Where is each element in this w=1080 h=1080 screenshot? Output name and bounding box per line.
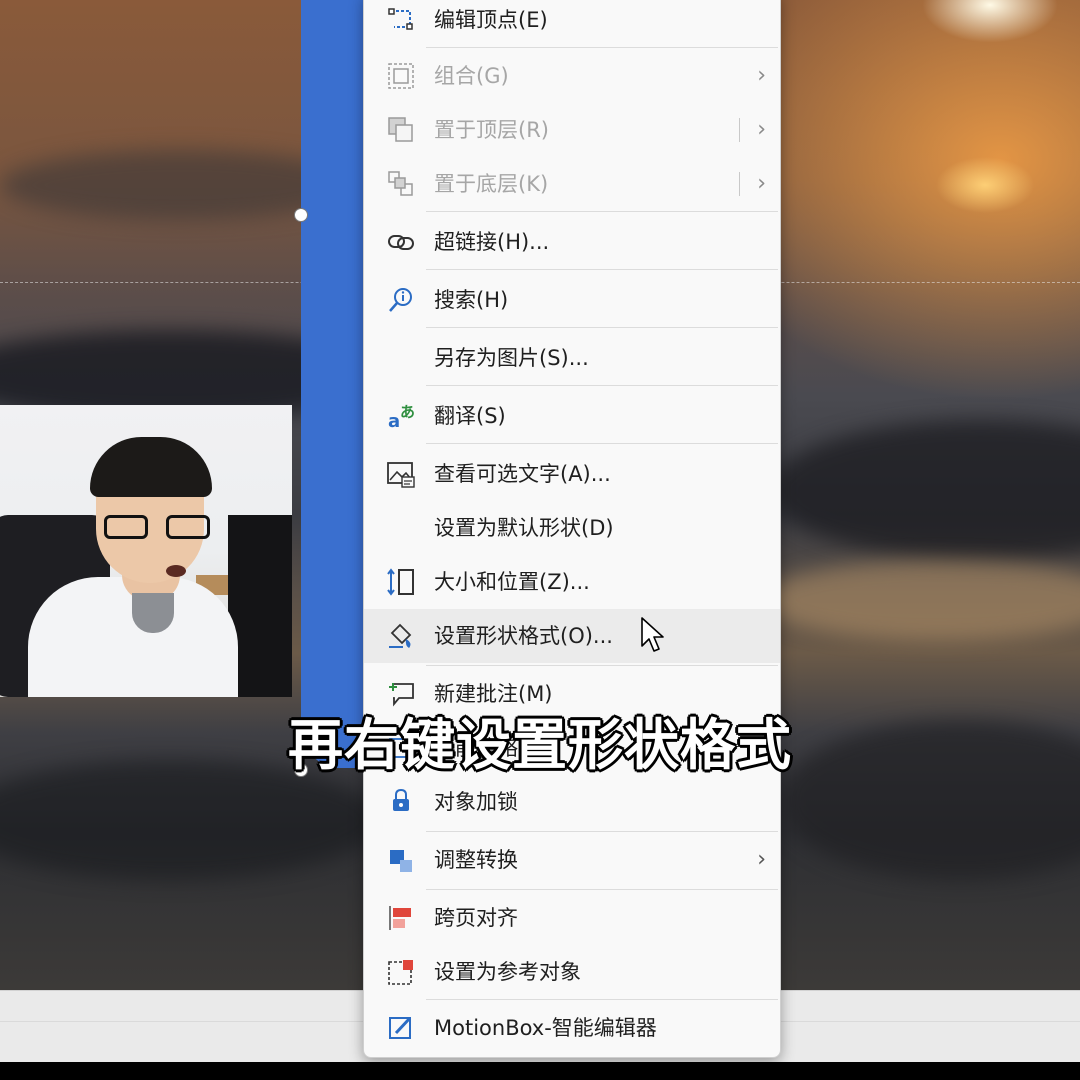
menu-item-size-position[interactable]: 大小和位置(Z)... xyxy=(364,555,780,609)
menu-item-label: 另存为图片(S)... xyxy=(434,346,589,370)
size-position-icon xyxy=(387,568,414,596)
bring-to-front-icon xyxy=(388,117,413,142)
presenter-collar xyxy=(132,593,174,633)
menu-item-lock-object[interactable]: 对象加锁 xyxy=(364,775,780,829)
menu-item-adjust-convert[interactable]: 调整转换 › xyxy=(364,833,780,887)
menu-item-label: 置于顶层(R) xyxy=(434,118,549,142)
menu-item-set-reference[interactable]: 设置为参考对象 xyxy=(364,945,780,999)
context-menu: 编辑顶点(E) 组合(G) › 置于顶层(R) › 置于底层(K) › 超链接(… xyxy=(363,0,781,1058)
menu-item-translate[interactable]: a あ 翻译(S) xyxy=(364,389,780,443)
menu-item-label: 翻译(S) xyxy=(434,404,506,428)
link-icon xyxy=(388,235,414,250)
submenu-chevron-icon: › xyxy=(757,63,766,88)
menu-item-label: 搜索(H) xyxy=(434,288,509,312)
translate-icon: a あ xyxy=(388,403,415,431)
split-divider xyxy=(739,172,740,196)
menu-item-label: 置于底层(K) xyxy=(434,172,549,196)
background-wave xyxy=(760,560,1080,640)
search-icon xyxy=(389,288,412,312)
menu-item-hyperlink[interactable]: 超链接(H)... xyxy=(364,215,780,269)
menu-item-send-to-back[interactable]: 置于底层(K) › xyxy=(364,157,780,211)
menu-item-motionbox[interactable]: MotionBox-智能编辑器 xyxy=(364,1001,780,1055)
menu-item-label: MotionBox-智能编辑器 xyxy=(434,1016,657,1040)
presenter-mouth xyxy=(166,565,186,577)
bottom-edge xyxy=(0,1062,1080,1080)
menu-item-label: 组合(G) xyxy=(434,64,509,88)
menu-item-label: 超链接(H)... xyxy=(434,230,550,254)
webcam-overlay xyxy=(0,405,292,697)
menu-item-label: 设置为参考对象 xyxy=(434,960,581,984)
reference-object-icon xyxy=(388,960,413,985)
convert-icon xyxy=(390,850,412,872)
menu-item-label: 调整转换 xyxy=(434,848,518,872)
alt-text-icon xyxy=(387,462,415,488)
menu-item-label: 设置为默认形状(D) xyxy=(434,516,614,540)
background-wave xyxy=(770,420,1080,560)
menu-item-search[interactable]: 搜索(H) xyxy=(364,273,780,327)
menu-item-save-as-picture[interactable]: 另存为图片(S)... xyxy=(364,331,780,385)
cross-page-align-icon xyxy=(389,906,411,930)
submenu-chevron-icon[interactable]: › xyxy=(757,157,766,211)
svg-text:a: a xyxy=(388,411,400,431)
send-to-back-icon xyxy=(388,171,413,196)
menu-item-alt-text[interactable]: 查看可选文字(A)... xyxy=(364,447,780,501)
resize-handle[interactable] xyxy=(294,208,308,222)
submenu-chevron-icon: › xyxy=(757,847,766,872)
menu-item-bring-to-front[interactable]: 置于顶层(R) › xyxy=(364,103,780,157)
menu-item-edit-points[interactable]: 编辑顶点(E) xyxy=(364,0,780,47)
submenu-chevron-icon[interactable]: › xyxy=(757,103,766,157)
mouse-cursor-icon xyxy=(641,617,664,652)
menu-item-format-shape[interactable]: 设置形状格式(O)... xyxy=(364,609,780,663)
menu-item-label: 对象加锁 xyxy=(434,790,518,814)
menu-item-group[interactable]: 组合(G) › xyxy=(364,49,780,103)
motionbox-icon xyxy=(389,1016,412,1039)
menu-item-set-default-shape[interactable]: 设置为默认形状(D) xyxy=(364,501,780,555)
video-subtitle: 再右键设置形状格式 xyxy=(287,713,792,777)
split-divider xyxy=(739,118,740,142)
menu-item-label: 大小和位置(Z)... xyxy=(434,570,590,594)
edit-points-icon xyxy=(388,8,413,30)
menu-item-label: 编辑顶点(E) xyxy=(434,8,548,32)
presenter-glasses xyxy=(104,515,216,541)
menu-item-label: 跨页对齐 xyxy=(434,906,518,930)
menu-item-cross-page-align[interactable]: 跨页对齐 xyxy=(364,891,780,945)
menu-item-label: 设置形状格式(O)... xyxy=(434,624,613,648)
lock-icon xyxy=(393,788,409,811)
group-icon xyxy=(388,63,414,89)
presenter-hair xyxy=(90,437,212,497)
format-shape-icon xyxy=(389,623,412,648)
menu-item-label: 查看可选文字(A)... xyxy=(434,462,611,486)
svg-text:あ: あ xyxy=(400,403,415,421)
